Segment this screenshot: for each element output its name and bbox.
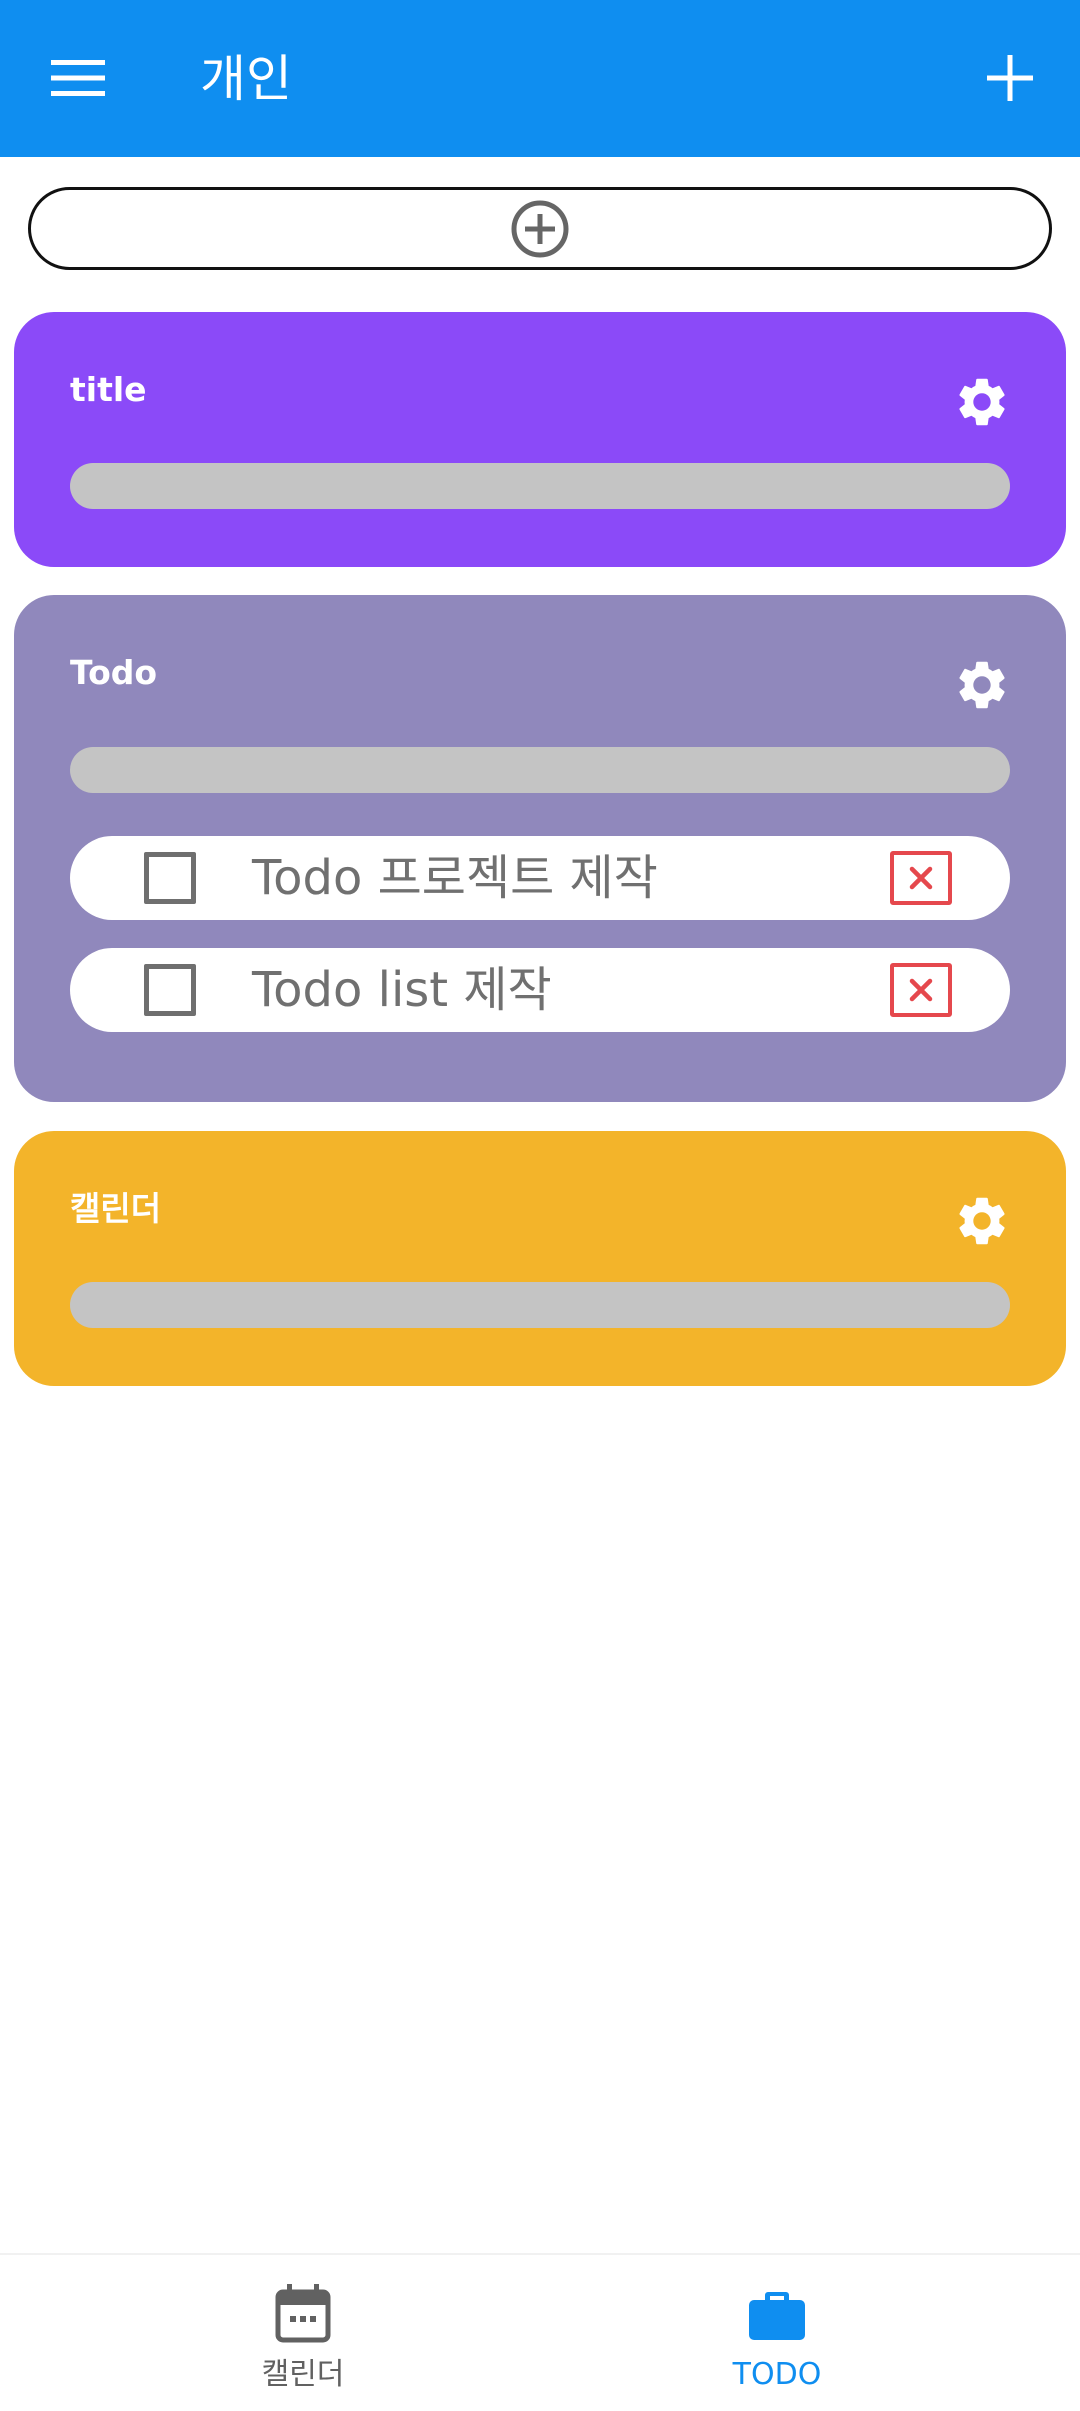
add-circle-icon [511,200,569,257]
page-title: 개인 [200,50,292,108]
gear-icon [959,1197,1005,1245]
todo-item: Todo 프로젝트 제작 [70,836,1010,920]
group-card: Todo Todo 프로젝트 제작 Todo list 제작 [14,595,1066,1102]
progress-bar [70,1282,1010,1328]
todo-text: Todo list 제작 [252,962,552,1018]
todo-checkbox[interactable] [144,964,196,1016]
briefcase-icon [744,2281,810,2347]
group-card: 캘린더 [14,1131,1066,1386]
app-root: 개인 title Todo Todo 프로젝트 제작 Todo list 제작 … [0,0,1080,2411]
calendar-icon [270,2281,336,2347]
card-title: 캘린더 [70,1189,162,1228]
close-icon [909,866,933,890]
progress-bar [70,747,1010,793]
progress-bar [70,463,1010,509]
todo-delete-button[interactable] [890,851,952,905]
gear-icon [959,378,1005,426]
close-icon [909,978,933,1002]
add-group-button[interactable] [28,187,1052,270]
gear-icon [959,661,1005,709]
menu-button[interactable] [30,38,126,118]
nav-item-calendar[interactable]: 캘린더 [33,2255,573,2411]
top-app-bar: 개인 [0,0,1080,157]
add-button[interactable] [970,38,1050,118]
todo-item: Todo list 제작 [70,948,1010,1032]
nav-item-todo[interactable]: TODO [507,2255,1047,2411]
card-settings-button[interactable] [950,1189,1014,1253]
todo-delete-button[interactable] [890,963,952,1017]
todo-checkbox[interactable] [144,852,196,904]
card-settings-button[interactable] [950,653,1014,717]
nav-label: TODO [732,2357,822,2392]
hamburger-menu-icon [51,60,105,96]
plus-icon [987,55,1033,101]
nav-label: 캘린더 [261,2357,345,2392]
card-settings-button[interactable] [950,370,1014,434]
group-card: title [14,312,1066,567]
card-title: Todo [70,653,158,692]
bottom-navigation: 캘린더 TODO [0,2253,1080,2411]
card-title: title [70,370,147,409]
todo-text: Todo 프로젝트 제작 [252,850,658,906]
